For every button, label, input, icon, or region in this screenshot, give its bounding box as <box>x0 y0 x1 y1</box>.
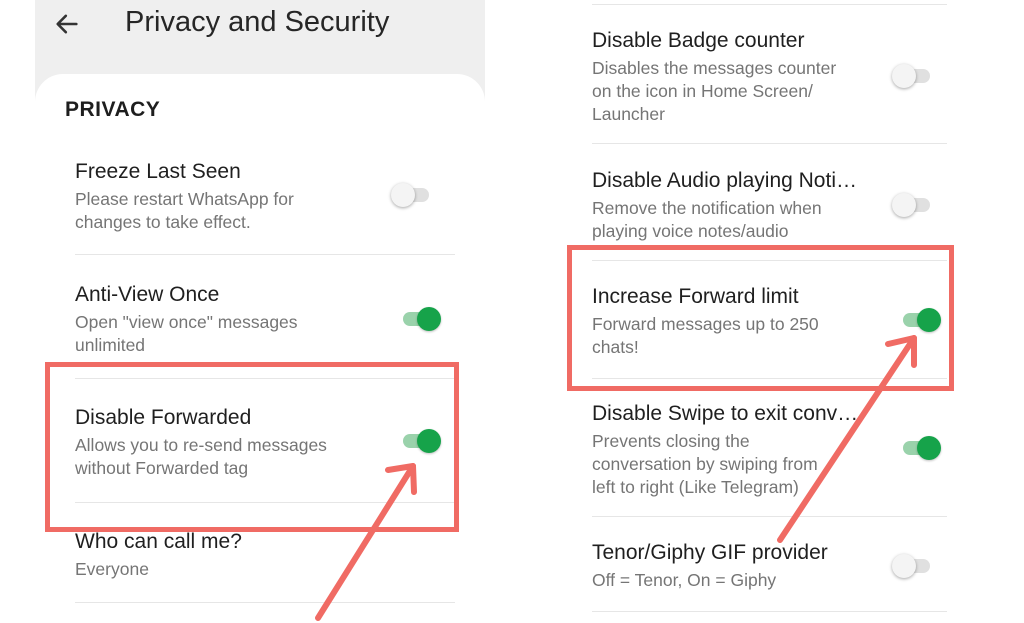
divider <box>592 260 947 261</box>
toggle-disable-badge-counter[interactable] <box>892 64 934 88</box>
left-screenshot-panel: Privacy and Security PRIVACY Freeze Last… <box>35 0 485 623</box>
setting-title: Disable Forwarded <box>75 406 252 429</box>
toggle-tenor-giphy-gif-provider[interactable] <box>892 554 934 578</box>
setting-title: Disable Audio playing Noti… <box>592 169 857 192</box>
setting-title: Freeze Last Seen <box>75 160 241 183</box>
divider <box>592 516 947 517</box>
toggle-increase-forward-limit[interactable] <box>901 308 941 332</box>
divider <box>592 378 947 379</box>
setting-subtitle: Disables the messages counter on the ico… <box>592 58 837 124</box>
toggle-disable-forwarded[interactable] <box>401 429 441 453</box>
setting-increase-forward-limit[interactable]: Increase Forward limit Forward messages … <box>592 285 947 365</box>
divider <box>75 602 455 603</box>
setting-title: Disable Badge counter <box>592 29 805 52</box>
setting-subtitle: Allows you to re-send messages without F… <box>75 435 327 478</box>
setting-subtitle: Open "view once" messages unlimited <box>75 312 298 355</box>
setting-who-can-call-me[interactable]: Who can call me? Everyone <box>75 530 455 590</box>
divider <box>592 4 947 5</box>
toggle-anti-view-once[interactable] <box>401 307 441 331</box>
app-bar: Privacy and Security <box>35 0 485 75</box>
setting-subtitle: Please restart WhatsApp for changes to t… <box>75 189 294 232</box>
divider <box>75 502 455 503</box>
section-header-privacy: PRIVACY <box>65 98 161 121</box>
toggle-disable-swipe-to-exit-conversation[interactable] <box>901 436 941 460</box>
toggle-freeze-last-seen[interactable] <box>391 183 433 207</box>
page-title: Privacy and Security <box>125 6 390 38</box>
setting-title: Increase Forward limit <box>592 285 799 308</box>
setting-subtitle: Off = Tenor, On = Giphy <box>592 570 777 590</box>
divider <box>75 254 455 255</box>
setting-title: Tenor/Giphy GIF provider <box>592 541 828 564</box>
setting-subtitle: Prevents closing the conversation by swi… <box>592 431 818 497</box>
setting-disable-swipe-to-exit-conversation[interactable]: Disable Swipe to exit conv… Prevents clo… <box>592 402 947 502</box>
divider <box>592 143 947 144</box>
divider <box>75 378 455 379</box>
setting-title: Disable Swipe to exit conv… <box>592 402 859 425</box>
setting-subtitle: Remove the notification when playing voi… <box>592 198 822 241</box>
toggle-disable-audio-playing-notification[interactable] <box>892 193 934 217</box>
divider <box>592 611 947 612</box>
setting-disable-forwarded[interactable]: Disable Forwarded Allows you to re-send … <box>75 406 455 496</box>
setting-subtitle: Everyone <box>75 559 149 579</box>
setting-title: Anti-View Once <box>75 283 220 306</box>
right-screenshot-panel: Disable Badge counter Disables the messa… <box>555 0 980 623</box>
setting-subtitle: Forward messages up to 250 chats! <box>592 314 819 357</box>
settings-card: PRIVACY Freeze Last Seen Please restart … <box>35 74 485 623</box>
setting-anti-view-once[interactable]: Anti-View Once Open "view once" messages… <box>75 283 455 373</box>
back-arrow-icon[interactable] <box>53 10 81 38</box>
setting-title: Who can call me? <box>75 530 242 553</box>
